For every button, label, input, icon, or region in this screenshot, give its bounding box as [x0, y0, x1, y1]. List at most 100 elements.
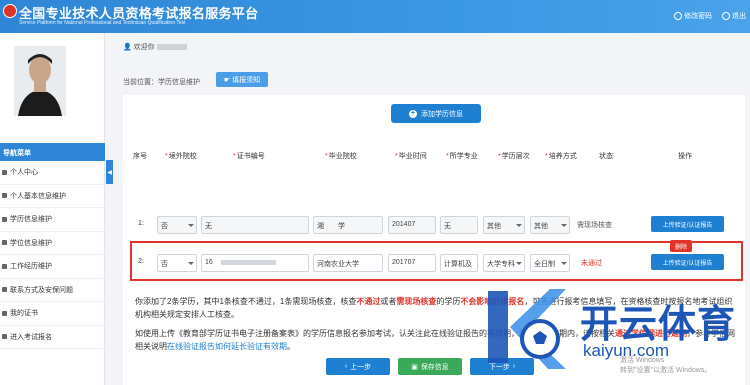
chevron-left-icon: ‹ — [344, 363, 348, 370]
table-row: 2: 否 16 河南农业大学 201707 计算机及 大学专科 全日制 未通过 … — [133, 240, 733, 274]
delete-button[interactable]: 删除 — [670, 240, 692, 252]
level-select[interactable]: 其他 — [483, 216, 525, 234]
nav-item-exam[interactable]: 进入考试报名 — [0, 326, 105, 349]
col-time-label: 毕业时间 — [398, 153, 427, 160]
nav-item-label: 我的证书 — [10, 310, 38, 318]
col-cert: *证书编号 — [233, 153, 265, 160]
nav-item-education[interactable]: 学历信息维护 — [0, 208, 105, 232]
upload-report-button[interactable]: 上传验证/认证报告 — [651, 254, 724, 270]
graduation-time-input[interactable]: 201707 — [388, 254, 436, 272]
windows-activation-hint: 转到"设置"以激活 Windows。 — [620, 367, 712, 374]
notice-red-text: 不会影响后续报名 — [460, 297, 525, 306]
app-header: 全国专业技术人员资格考试报名服务平台 Service Platform for … — [0, 0, 750, 33]
nav-list: 个人中心 个人基本信息维护 学历信息维护 学位信息维护 工作经历维护 联系方式及… — [0, 161, 105, 349]
notice-text: 你添加了2条学历，其中1条核查不通过，1条需现场核查，核查 — [135, 297, 357, 306]
col-time: *毕业时间 — [395, 153, 427, 160]
col-overseas-label: 境外院校 — [168, 153, 197, 160]
major-input[interactable]: 无 — [440, 216, 478, 234]
graduation-cap-icon — [2, 216, 7, 222]
cert-number-value: 16 — [205, 259, 213, 266]
phone-icon — [2, 287, 7, 293]
col-school: *毕业院校 — [325, 153, 357, 160]
overseas-select[interactable]: 否 — [157, 216, 197, 234]
avatar — [14, 46, 66, 116]
col-major-label: 所学专业 — [449, 153, 478, 160]
graduation-time-input[interactable]: 201407 — [388, 216, 436, 234]
status-badge: 未通过 — [581, 260, 602, 267]
sidebar-collapse-button[interactable]: ◀ — [106, 160, 113, 184]
upload-report-button[interactable]: 上传验证/认证报告 — [651, 216, 724, 232]
breadcrumb: 当前位置：学历信息维护 — [123, 79, 200, 86]
username-blurred — [156, 44, 187, 51]
status-badge: 需现场核查 — [577, 222, 612, 229]
form-actions: ‹ 上一步 ▣ 保存信息 下一步 › — [326, 358, 534, 375]
row-index: 2: — [138, 258, 144, 265]
briefcase-icon — [2, 263, 7, 269]
major-input[interactable]: 计算机及 — [440, 254, 478, 272]
save-button[interactable]: ▣ 保存信息 — [398, 358, 462, 375]
chevron-right-icon: › — [512, 363, 516, 370]
nav-item-certificates[interactable]: 我的证书 — [0, 302, 105, 326]
plus-icon: + — [409, 109, 417, 118]
notice-red-text: 需现场核查 — [396, 297, 437, 306]
nav-item-contact[interactable]: 联系方式及安保问题 — [0, 279, 105, 302]
change-password-label: 修改密码 — [684, 13, 712, 20]
col-mode-label: 培养方式 — [548, 153, 577, 160]
overseas-select[interactable]: 否 — [157, 254, 197, 272]
notice-text: 。 — [287, 342, 295, 351]
change-password-link[interactable]: 修改密码 — [674, 11, 712, 21]
nav-title: 导航菜单 — [0, 143, 105, 161]
school-input[interactable]: 河南农业大学 — [313, 254, 383, 272]
notice-text: 如使用上传《教育部学历证书电子注册备案表》的学历信息报名参加考试，认关注此在线验… — [135, 329, 615, 338]
sidebar: 导航菜单 个人中心 个人基本信息维护 学历信息维护 学位信息维护 工作经历维护 … — [0, 33, 105, 385]
col-status: 状态 — [599, 153, 613, 160]
windows-activation-title: 激活 Windows — [620, 357, 665, 364]
nav-item-personal-center[interactable]: 个人中心 — [0, 161, 105, 185]
nav-item-label: 联系方式及安保问题 — [10, 286, 73, 294]
lock-icon — [674, 12, 682, 20]
welcome-label: 欢迎你 — [133, 44, 155, 51]
nav-item-label: 个人中心 — [10, 169, 38, 177]
graduation-cap-icon — [2, 240, 7, 246]
next-step-label: 下一步 — [488, 363, 510, 371]
prev-step-label: 上一步 — [350, 363, 372, 371]
nav-item-label: 进入考试报名 — [10, 333, 52, 341]
nav-item-degree[interactable]: 学位信息维护 — [0, 232, 105, 255]
save-label: 保存信息 — [420, 363, 449, 371]
hand-icon: ☛ — [223, 76, 231, 84]
nav-item-label: 个人基本信息维护 — [10, 192, 66, 200]
cert-number-input[interactable]: 16 — [201, 254, 309, 272]
prev-step-button[interactable]: ‹ 上一步 — [326, 358, 390, 375]
logo — [3, 4, 17, 18]
home-icon — [2, 169, 7, 175]
level-select[interactable]: 大学专科 — [483, 254, 525, 272]
help-button[interactable]: ☛ 填报须知 — [216, 72, 268, 87]
cert-number-input[interactable]: 无 — [201, 216, 309, 234]
add-education-label: 添加学历信息 — [421, 110, 463, 118]
logout-label: 退出 — [732, 13, 746, 20]
notice-summary: 你添加了2条学历，其中1条核查不通过，1条需现场核查，核查不通过或者需现场核查的… — [135, 295, 735, 321]
extend-validity-link[interactable]: 在线验证报告如何延长验证有效期 — [167, 342, 287, 351]
mode-select[interactable]: 全日制 — [530, 254, 570, 272]
nav-item-label: 学历信息维护 — [10, 216, 52, 224]
col-index: 序号 — [133, 153, 147, 160]
save-icon: ▣ — [411, 363, 418, 371]
main-content: 👤 欢迎你 当前位置：学历信息维护 ☛ 填报须知 + 添加学历信息 序号 *境外… — [113, 33, 750, 385]
col-school-label: 毕业院校 — [328, 153, 357, 160]
school-input[interactable]: 湘 学 — [313, 216, 383, 234]
col-level: *学历层次 — [498, 153, 530, 160]
certificate-icon — [2, 310, 7, 316]
notice-red-text: 不通过 — [356, 297, 381, 306]
nav-item-work[interactable]: 工作经历维护 — [0, 255, 105, 279]
col-mode: *培养方式 — [545, 153, 577, 160]
add-education-button[interactable]: + 添加学历信息 — [391, 104, 481, 123]
col-overseas: *境外院校 — [165, 153, 197, 160]
power-icon — [722, 12, 730, 20]
cert-number-blurred — [220, 259, 276, 265]
mode-select[interactable]: 其他 — [530, 216, 570, 234]
windows-activation-notice: 激活 Windows 转到"设置"以激活 Windows。 — [620, 356, 711, 376]
next-step-button[interactable]: 下一步 › — [470, 358, 534, 375]
logout-link[interactable]: 退出 — [722, 11, 746, 21]
row-index: 1: — [138, 220, 144, 227]
nav-item-basic-info[interactable]: 个人基本信息维护 — [0, 185, 105, 208]
